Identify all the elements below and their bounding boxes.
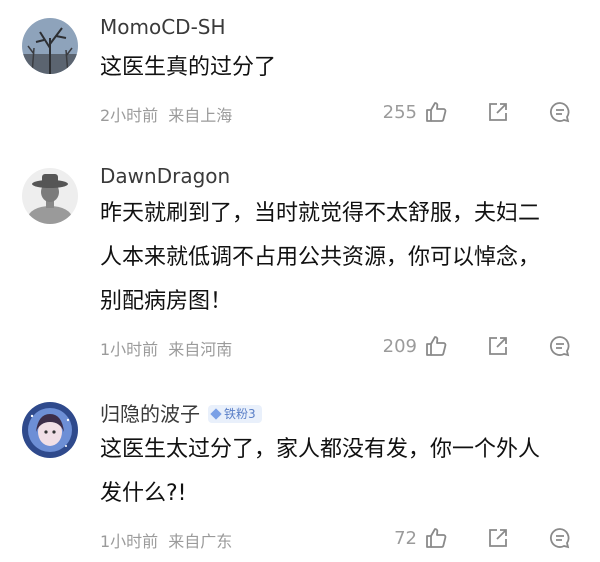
share-icon[interactable]	[486, 526, 510, 550]
like-count: 209	[382, 336, 417, 357]
comment-meta: 1小时前 来自广东	[100, 528, 232, 552]
comment-icon[interactable]	[548, 334, 572, 358]
comment-line: 这医生真的过分了	[100, 55, 277, 80]
comment-item: 归隐的波子 铁粉3 这医生太过分了，家人都没有发，你一个外人 发什么?! 1小时前…	[0, 380, 600, 562]
comment-time: 2小时前	[100, 106, 159, 125]
comment-text: 这医生真的过分了	[100, 46, 580, 90]
user-avatar[interactable]	[22, 18, 78, 74]
comment-icon[interactable]	[548, 100, 572, 124]
fan-badge[interactable]: 铁粉3	[208, 404, 262, 423]
comment-icon[interactable]	[548, 526, 572, 550]
username[interactable]: DawnDragon	[100, 164, 230, 188]
thumbs-up-icon[interactable]	[424, 100, 448, 124]
comment-text: 昨天就刷到了，当时就觉得不太舒服，夫妇二 人本来就低调不占用公共资源，你可以悼念…	[100, 192, 580, 324]
comment-location: 来自广东	[168, 532, 233, 551]
comment-time: 1小时前	[100, 532, 159, 551]
comment-line: 人本来就低调不占用公共资源，你可以悼念，	[100, 245, 541, 270]
comment-text: 这医生太过分了，家人都没有发，你一个外人 发什么?!	[100, 428, 580, 516]
user-avatar[interactable]	[22, 402, 78, 458]
share-icon[interactable]	[486, 334, 510, 358]
comment-item: MomoCD-SH 这医生真的过分了 2小时前 来自上海 255	[0, 0, 600, 150]
comment-item: DawnDragon 昨天就刷到了，当时就觉得不太舒服，夫妇二 人本来就低调不占…	[0, 150, 600, 380]
diamond-icon	[210, 407, 222, 420]
comment-line: 发什么?!	[100, 481, 187, 506]
comment-line: 别配病房图！	[100, 289, 233, 314]
comment-location: 来自上海	[168, 106, 233, 125]
comment-line: 这医生太过分了，家人都没有发，你一个外人	[100, 437, 541, 462]
like-count: 72	[394, 528, 417, 549]
comment-meta: 1小时前 来自河南	[100, 336, 232, 360]
comment-time: 1小时前	[100, 340, 159, 359]
comment-line: 昨天就刷到了，当时就觉得不太舒服，夫妇二	[100, 201, 541, 226]
thumbs-up-icon[interactable]	[424, 526, 448, 550]
like-count: 255	[382, 102, 417, 123]
share-icon[interactable]	[486, 100, 510, 124]
username[interactable]: MomoCD-SH	[100, 15, 226, 39]
comment-location: 来自河南	[168, 340, 233, 359]
comment-meta: 2小时前 来自上海	[100, 102, 232, 126]
user-avatar[interactable]	[22, 168, 78, 224]
username[interactable]: 归隐的波子 铁粉3	[100, 398, 262, 427]
thumbs-up-icon[interactable]	[424, 334, 448, 358]
